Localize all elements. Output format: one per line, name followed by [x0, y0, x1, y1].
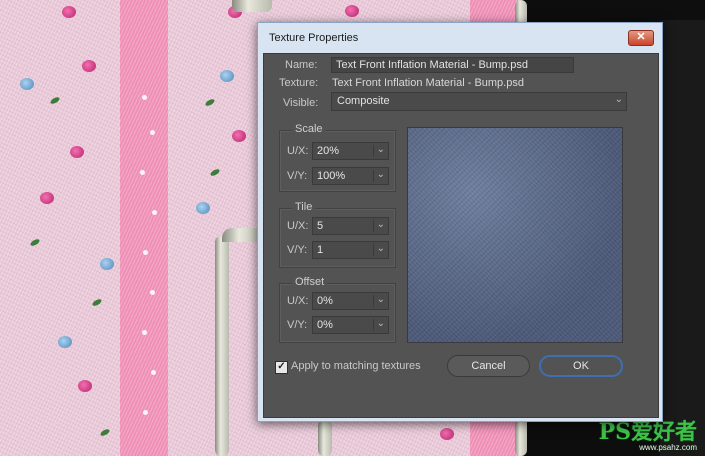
- chevron-down-icon: ⌄: [614, 94, 623, 105]
- visible-label: Visible:: [283, 97, 319, 109]
- blue-flower: [100, 258, 114, 270]
- panel-strip: [660, 20, 705, 456]
- chevron-down-icon: ⌄: [376, 294, 385, 305]
- combo-separator: [373, 319, 374, 331]
- fabric-dot: [150, 130, 155, 135]
- close-button[interactable]: ✕: [628, 30, 654, 46]
- apply-checkbox[interactable]: ✓: [275, 361, 288, 374]
- tile-vy-combo[interactable]: 1 ⌄: [312, 241, 389, 259]
- texture-properties-dialog: Texture Properties ✕ Name: Texture: Text…: [257, 22, 663, 422]
- rose-flower: [40, 192, 54, 204]
- rose-flower: [78, 380, 92, 392]
- ok-button[interactable]: OK: [539, 355, 623, 377]
- offset-ux-combo[interactable]: 0% ⌄: [312, 292, 389, 310]
- rose-flower: [82, 60, 96, 72]
- offset-ux-label: U/X:: [287, 295, 309, 307]
- apply-label[interactable]: Apply to matching textures: [291, 360, 421, 372]
- offset-vy-value: 0%: [317, 319, 333, 331]
- rose-flower: [345, 5, 359, 17]
- combo-separator: [373, 244, 374, 256]
- fabric-dot: [152, 210, 157, 215]
- dialog-title: Texture Properties: [269, 32, 359, 44]
- chevron-down-icon: ⌄: [376, 219, 385, 230]
- scale-vy-value: 100%: [317, 170, 346, 182]
- tile-ux-value: 5: [317, 220, 324, 232]
- phone-case-frame: [215, 236, 229, 456]
- chevron-down-icon: ⌄: [376, 318, 385, 329]
- fabric-dot: [143, 410, 148, 415]
- fabric-dot: [142, 95, 147, 100]
- rose-flower: [70, 146, 84, 158]
- dialog-titlebar[interactable]: Texture Properties ✕: [258, 23, 662, 53]
- phone-case-frame: [318, 420, 332, 456]
- name-field[interactable]: [331, 57, 574, 73]
- fabric-dot: [143, 250, 148, 255]
- scale-ux-label: U/X:: [287, 145, 309, 157]
- texture-label: Texture:: [279, 77, 319, 89]
- blue-flower: [196, 202, 210, 214]
- offset-vy-label: V/Y:: [287, 319, 308, 331]
- chevron-down-icon: ⌄: [376, 144, 385, 155]
- scale-group: Scale U/X: 20% ⌄ V/Y: 100% ⌄: [279, 123, 396, 192]
- rose-flower: [62, 6, 76, 18]
- scale-group-title: Scale: [292, 123, 326, 135]
- tile-ux-label: U/X:: [287, 220, 309, 232]
- fabric-dot: [150, 290, 155, 295]
- fabric-dot: [151, 370, 156, 375]
- tile-group-title: Tile: [292, 201, 316, 213]
- blue-flower: [220, 70, 234, 82]
- blue-flower: [20, 78, 34, 90]
- rose-flower: [232, 130, 246, 142]
- close-icon: ✕: [636, 31, 646, 43]
- visible-select-value: Composite: [337, 95, 390, 107]
- fabric-stripe: [120, 0, 168, 456]
- tile-ux-combo[interactable]: 5 ⌄: [312, 217, 389, 235]
- tile-vy-label: V/Y:: [287, 244, 308, 256]
- phone-case-frame: [232, 0, 272, 12]
- combo-separator: [373, 170, 374, 182]
- cancel-button[interactable]: Cancel: [447, 355, 530, 377]
- scale-ux-combo[interactable]: 20% ⌄: [312, 142, 389, 160]
- watermark-main: PS爱好者: [598, 419, 697, 445]
- visible-select[interactable]: Composite ⌄: [331, 92, 627, 111]
- offset-group: Offset U/X: 0% ⌄ V/Y: 0% ⌄: [279, 276, 396, 343]
- scale-vy-label: V/Y:: [287, 170, 308, 182]
- texture-value: Text Front Inflation Material - Bump.psd: [332, 77, 524, 89]
- scale-vy-combo[interactable]: 100% ⌄: [312, 167, 389, 185]
- tile-vy-value: 1: [317, 244, 324, 256]
- offset-ux-value: 0%: [317, 295, 333, 307]
- offset-group-title: Offset: [292, 276, 328, 288]
- scale-ux-value: 20%: [317, 145, 340, 157]
- combo-separator: [373, 295, 374, 307]
- combo-separator: [373, 220, 374, 232]
- name-label: Name:: [285, 59, 318, 71]
- tile-group: Tile U/X: 5 ⌄ V/Y: 1 ⌄: [279, 201, 396, 268]
- fabric-dot: [140, 170, 145, 175]
- texture-preview: [407, 127, 623, 343]
- watermark-logo: PS爱好者 www.psahz.com: [599, 421, 697, 452]
- chevron-down-icon: ⌄: [376, 243, 385, 254]
- dialog-body: Name: Texture: Text Front Inflation Mate…: [263, 53, 659, 418]
- combo-separator: [373, 145, 374, 157]
- rose-flower: [440, 428, 454, 440]
- fabric-dot: [142, 330, 147, 335]
- chevron-down-icon: ⌄: [376, 169, 385, 180]
- offset-vy-combo[interactable]: 0% ⌄: [312, 316, 389, 334]
- blue-flower: [58, 336, 72, 348]
